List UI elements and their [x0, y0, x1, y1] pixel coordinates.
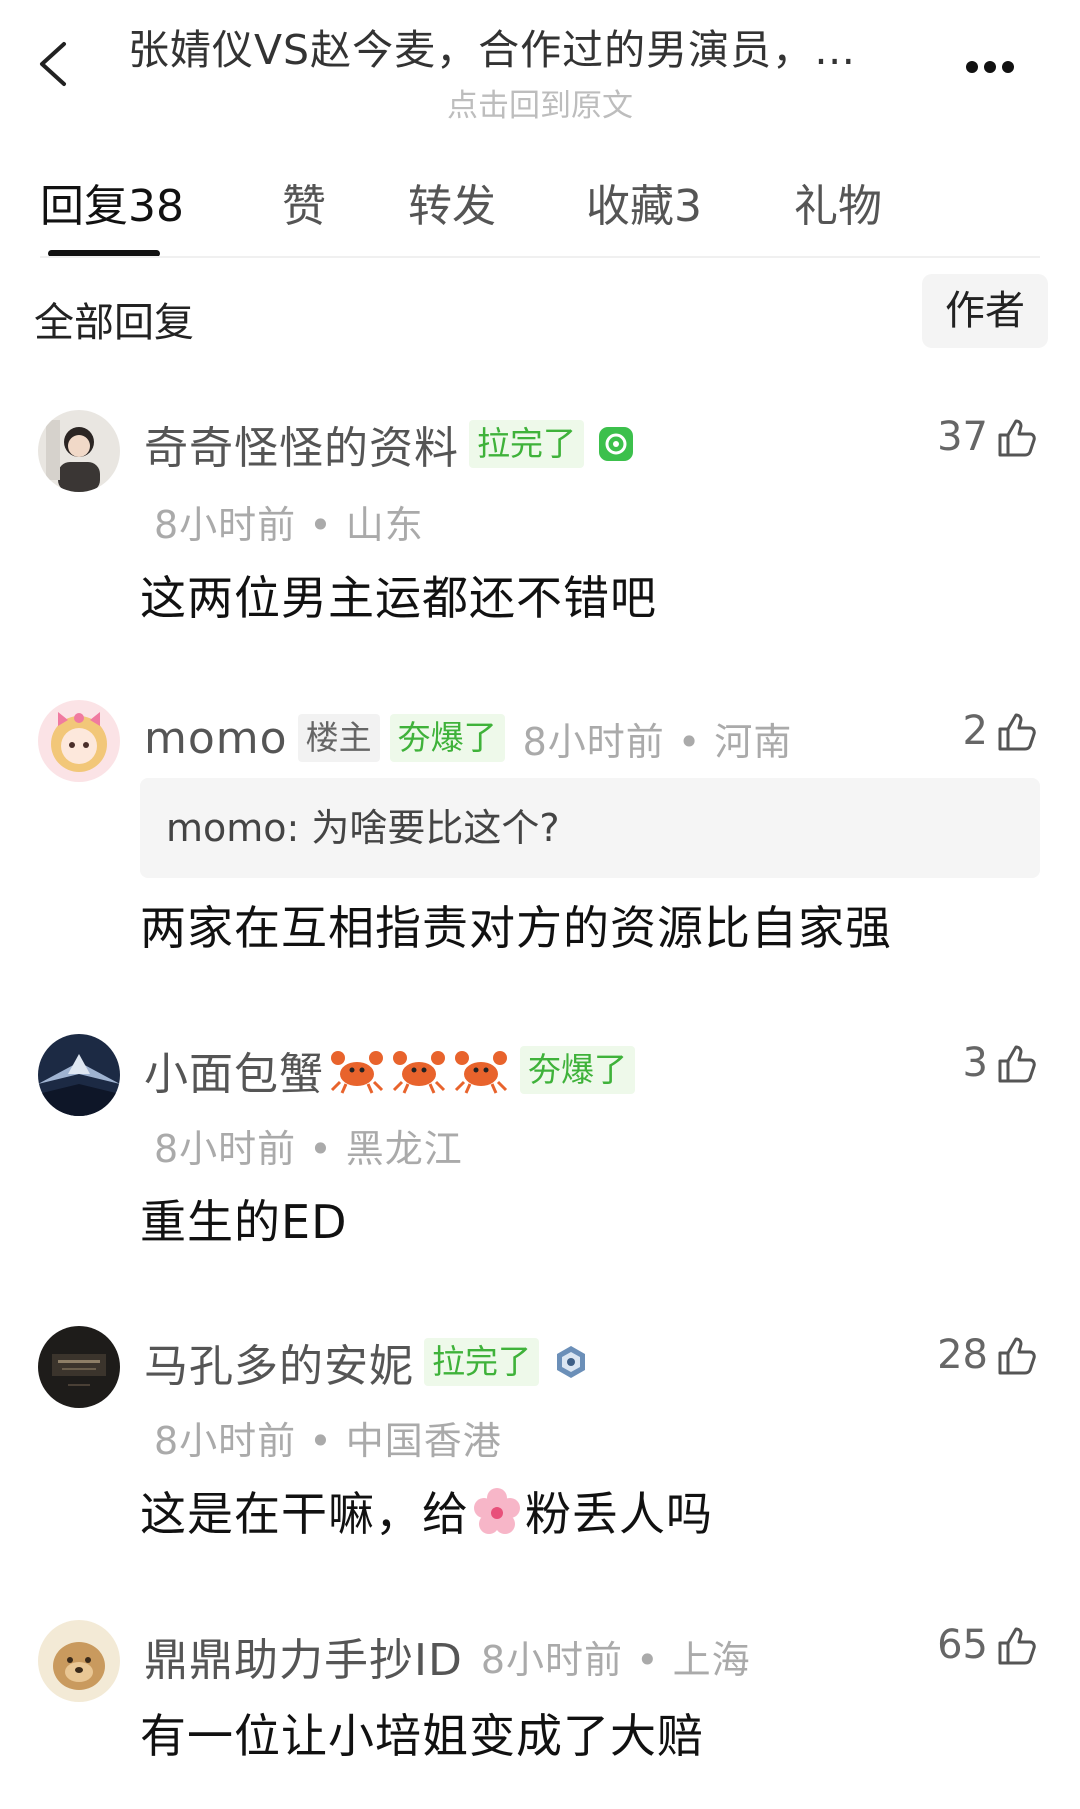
location: 上海	[672, 1637, 751, 1682]
crab-icon	[330, 1051, 384, 1094]
avatar[interactable]	[38, 410, 120, 492]
avatar[interactable]	[38, 1326, 120, 1408]
comment-meta: 8小时前 • 中国香港	[154, 1410, 502, 1465]
like-count: 2	[962, 708, 988, 754]
comment-text-part: 粉丢人吗	[525, 1487, 713, 1541]
rating-tag: 拉完了	[424, 1338, 539, 1386]
comment-meta: 8小时前 • 上海	[481, 1629, 751, 1684]
separator: •	[623, 1637, 673, 1682]
op-tag: 楼主	[297, 714, 380, 762]
comment-text: 有一位让小培姐变成了大赔	[140, 1709, 704, 1763]
like-count: 65	[937, 1622, 988, 1668]
tab-favorites[interactable]: 收藏3	[586, 170, 702, 234]
timestamp: 8小时前	[154, 1127, 297, 1171]
timestamp: 8小时前	[154, 503, 297, 547]
author-filter-button[interactable]: 作者	[922, 274, 1048, 348]
tab-gifts[interactable]: 礼物	[794, 170, 882, 234]
thumbs-up-icon	[998, 419, 1036, 457]
like-count: 28	[937, 1332, 988, 1378]
separator: •	[296, 1127, 346, 1171]
tab-bar: 回复38 赞 转发 收藏3 礼物	[0, 170, 1080, 260]
like-button[interactable]: 37	[937, 414, 1038, 460]
thumbs-up-icon	[998, 1045, 1036, 1083]
more-menu-button[interactable]	[966, 58, 1026, 74]
quoted-reply[interactable]: momo: 为啥要比这个?	[140, 778, 1040, 878]
cherry-blossom-icon	[474, 1488, 520, 1534]
comment-header: 小面包蟹 夯爆了	[144, 1040, 635, 1100]
badge-icon	[557, 1346, 585, 1378]
comment-meta: 8小时前 • 河南	[523, 711, 793, 766]
location: 黑龙江	[345, 1127, 463, 1171]
thumbs-up-icon	[998, 1337, 1036, 1375]
like-button[interactable]: 2	[963, 708, 1038, 754]
comment-text: 这两位男主运都还不错吧	[140, 571, 657, 625]
crab-icon	[392, 1051, 446, 1094]
comment-text: 重生的ED	[140, 1195, 348, 1249]
avatar[interactable]	[38, 1034, 120, 1116]
comment-meta: 8小时前 • 山东	[154, 494, 424, 549]
like-button[interactable]: 28	[937, 1332, 1038, 1378]
top-bar: 张婧仪VS赵今麦，合作过的男演员，… 点击回到原文	[0, 0, 1080, 130]
username[interactable]: momo	[144, 713, 288, 764]
username[interactable]: 小面包蟹	[144, 1038, 324, 1102]
more-dot-icon	[1002, 61, 1014, 73]
location: 中国香港	[345, 1419, 502, 1463]
tab-replies[interactable]: 回复38	[40, 170, 184, 234]
comment-meta: 8小时前 • 黑龙江	[154, 1118, 463, 1173]
like-button[interactable]: 3	[963, 1040, 1038, 1086]
avatar[interactable]	[38, 700, 120, 782]
comment-text: 这是在干嘛，给 粉丢人吗	[140, 1478, 713, 1544]
rating-tag: 夯爆了	[520, 1046, 635, 1094]
username[interactable]: 奇奇怪怪的资料	[144, 412, 459, 476]
comment-header: 奇奇怪怪的资料 拉完了	[144, 414, 634, 474]
more-dot-icon	[984, 61, 996, 73]
rating-tag: 拉完了	[469, 420, 584, 468]
all-replies-label: 全部回复	[34, 300, 194, 346]
avatar[interactable]	[38, 1620, 120, 1702]
username[interactable]: 马孔多的安妮	[144, 1330, 414, 1394]
like-count: 3	[962, 1040, 988, 1086]
comment-header: 鼎鼎助力手抄ID 8小时前 • 上海	[144, 1626, 751, 1686]
divider	[40, 256, 1040, 258]
timestamp: 8小时前	[154, 1419, 297, 1463]
thumbs-up-icon	[998, 1627, 1036, 1665]
comment-text-part: 这是在干嘛，给	[140, 1487, 469, 1541]
username[interactable]: 鼎鼎助力手抄ID	[144, 1624, 463, 1688]
comment-header: 马孔多的安妮 拉完了	[144, 1332, 589, 1392]
like-count: 37	[937, 414, 988, 460]
back-to-original-link[interactable]: 点击回到原文	[0, 80, 1080, 125]
timestamp: 8小时前	[522, 719, 665, 764]
separator: •	[664, 719, 715, 764]
more-dot-icon	[966, 61, 978, 73]
tab-likes[interactable]: 赞	[282, 170, 326, 234]
location: 山东	[345, 503, 424, 547]
thumbs-up-icon	[998, 713, 1036, 751]
location: 河南	[714, 719, 793, 764]
rating-tag: 夯爆了	[389, 714, 505, 762]
page-title[interactable]: 张婧仪VS赵今麦，合作过的男演员，…	[128, 16, 958, 76]
separator: •	[296, 503, 346, 547]
tab-reposts[interactable]: 转发	[408, 170, 496, 234]
comment-text: 两家在互相指责对方的资源比自家强	[140, 901, 892, 955]
separator: •	[296, 1419, 346, 1463]
like-button[interactable]: 65	[937, 1622, 1038, 1668]
crab-icon	[454, 1051, 508, 1094]
badge-icon	[599, 427, 633, 461]
timestamp: 8小时前	[480, 1637, 624, 1682]
comment-header: momo 楼主 夯爆了 8小时前 • 河南	[144, 708, 792, 768]
